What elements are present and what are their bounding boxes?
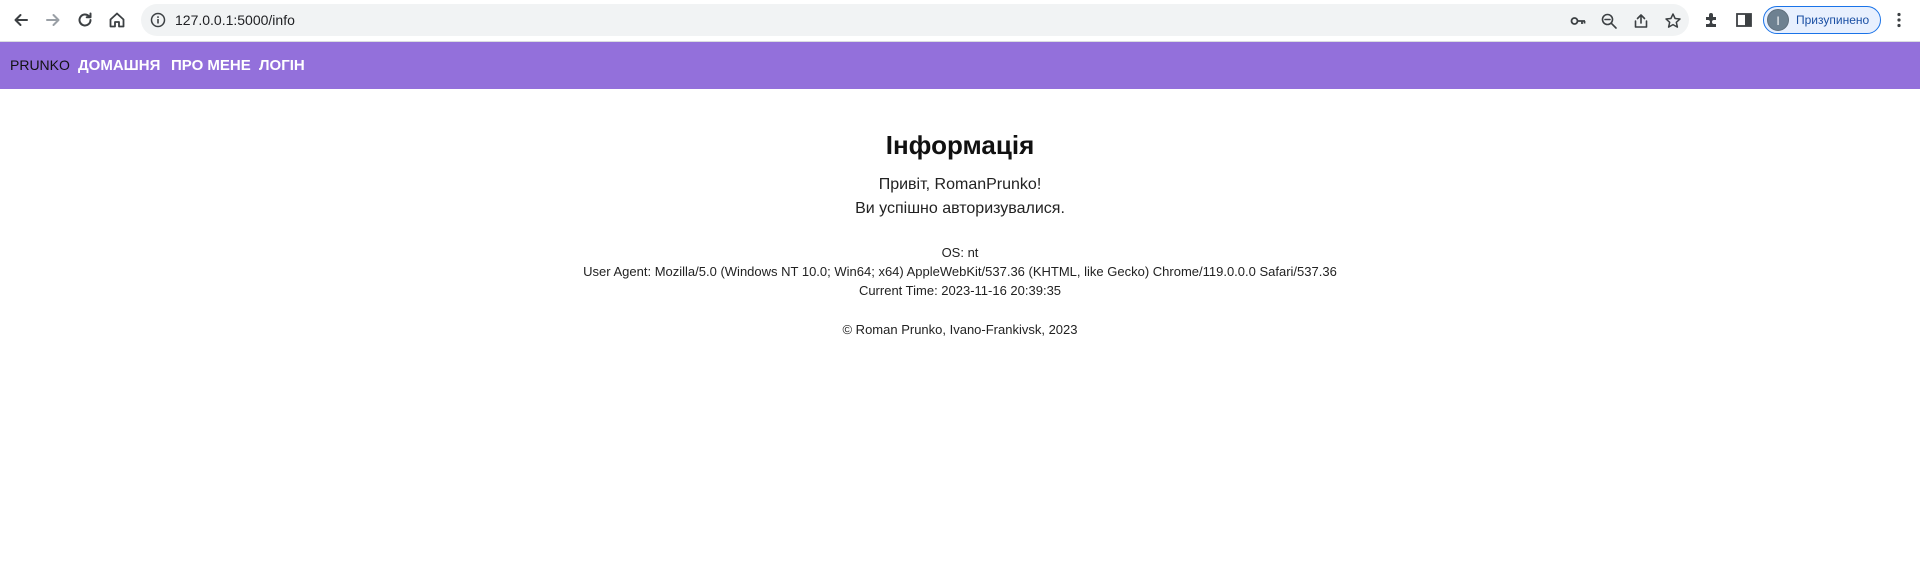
extensions-icon [1706,13,1716,27]
info-icon[interactable] [150,12,166,28]
greeting-text: Привіт, RomanPrunko! [878,176,1042,193]
forward-button[interactable] [39,6,67,34]
reload-icon [78,12,92,27]
profile-button[interactable]: I Призупинено [1763,6,1881,34]
nav-link-about[interactable]: ПРО МЕНЕ [171,42,251,89]
bookmark-button[interactable] [1662,10,1684,32]
back-icon [14,14,28,26]
star-icon [1665,13,1681,28]
site-navbar: PRUNKO ДОМАШНЯ ПРО МЕНЕ ЛОГІН [0,42,1920,89]
browser-menu-button[interactable] [1887,8,1911,32]
home-icon [109,12,125,28]
zoom-button[interactable] [1598,10,1620,32]
home-button[interactable] [103,6,131,34]
share-button[interactable] [1630,10,1652,32]
auth-success-text: Ви успішно авторизувалися. [855,200,1065,217]
zoom-out-icon [1601,13,1617,29]
os-info: OS: nt [941,245,979,260]
back-button[interactable] [7,6,35,34]
reload-button[interactable] [71,6,99,34]
avatar: I [1767,9,1789,31]
profile-status-label: Призупинено [1796,13,1870,27]
forward-icon [46,14,60,26]
key-icon [1570,17,1586,25]
current-time-info: Current Time: 2023-11-16 20:39:35 [858,283,1062,298]
browser-toolbar: 127.0.0.1:5000/info I Призупинено [0,0,1920,42]
url-text[interactable]: 127.0.0.1:5000/info [175,4,295,36]
user-agent-info: User Agent: Mozilla/5.0 (Windows NT 10.0… [583,264,1337,279]
address-bar[interactable]: 127.0.0.1:5000/info [141,4,1689,36]
side-panel-button[interactable] [1732,8,1756,32]
extensions-button[interactable] [1700,8,1724,32]
password-key-button[interactable] [1567,10,1589,32]
site-brand[interactable]: PRUNKO [10,42,70,89]
page-title: Інформація [885,130,1035,160]
nav-link-login[interactable]: ЛОГІН [259,42,305,89]
nav-link-home[interactable]: ДОМАШНЯ [78,42,160,89]
sidebar-icon [1736,13,1752,27]
share-icon [1634,14,1648,28]
footer-copyright: © Roman Prunko, Ivano-Frankivsk, 2023 [842,322,1078,337]
menu-icon [1897,12,1901,28]
